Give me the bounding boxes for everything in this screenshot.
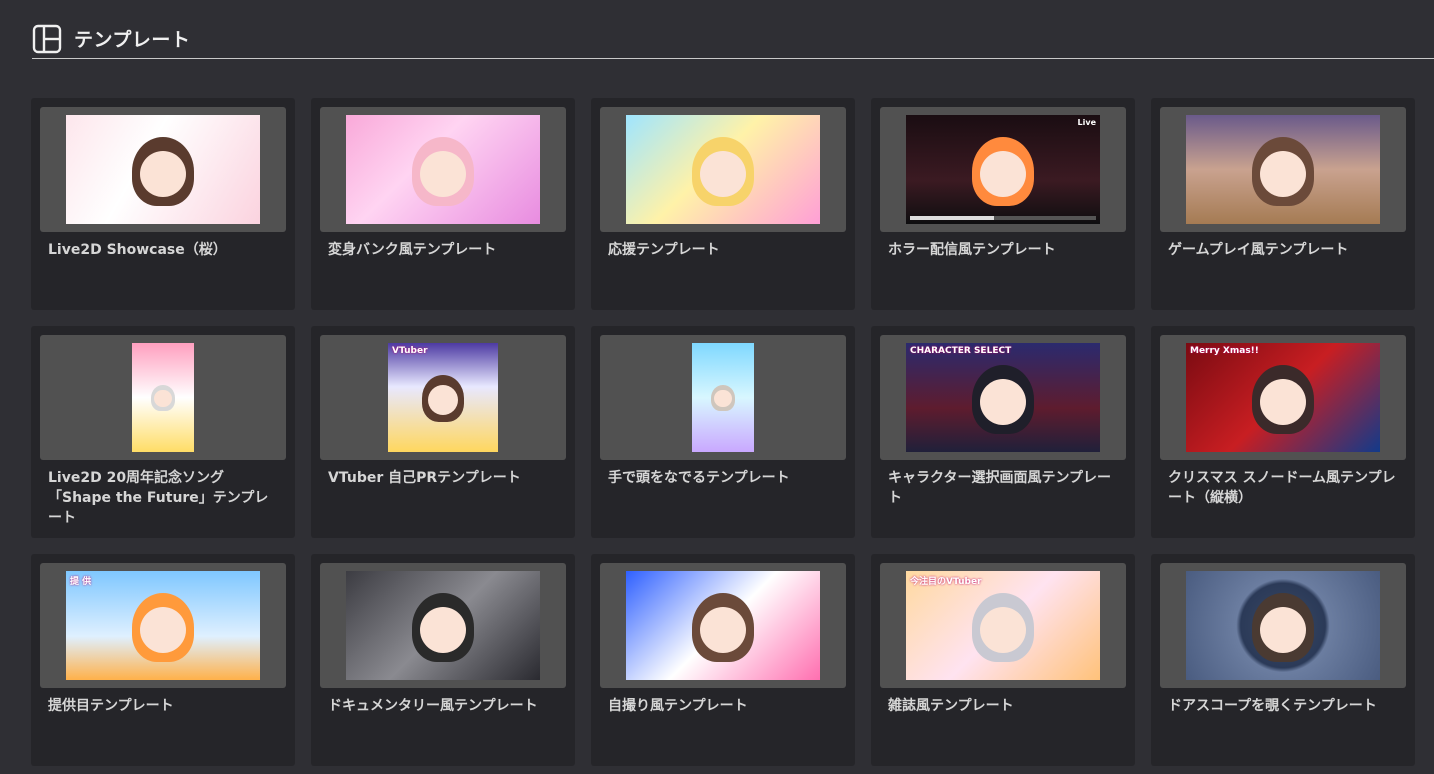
character-face (700, 150, 746, 197)
template-thumbnail (626, 115, 820, 224)
thumbnail-frame[interactable] (40, 107, 286, 232)
section-header: テンプレート (32, 22, 1434, 59)
template-card[interactable]: 自撮り風テンプレート (591, 554, 855, 766)
template-title: 手で頭をなでるテンプレート (608, 470, 790, 486)
template-card[interactable]: ドキュメンタリー風テンプレート (311, 554, 575, 766)
template-title: クリスマス スノードーム風テンプレート（縦横） (1168, 470, 1396, 506)
character-face (700, 606, 746, 653)
thumbnail-frame[interactable] (600, 107, 846, 232)
template-card[interactable]: 応援テンプレート (591, 98, 855, 310)
template-card[interactable]: ドアスコープを覗くテンプレート (1151, 554, 1415, 766)
template-title: ホラー配信風テンプレート (888, 242, 1056, 258)
template-card[interactable]: 変身バンク風テンプレート (311, 98, 575, 310)
template-card[interactable]: VTuber VTuber 自己PRテンプレート (311, 326, 575, 538)
character-face (980, 150, 1026, 197)
thumbnail-frame[interactable]: VTuber (320, 335, 566, 460)
template-grid: Live2D Showcase（桜） 変身バンク風テンプレート 応援テンプレート Li… (31, 98, 1415, 766)
template-thumbnail: CHARACTER SELECT (906, 343, 1100, 452)
template-card[interactable]: 今注目のVTuber 雑誌風テンプレート (871, 554, 1135, 766)
character-face (420, 150, 466, 197)
thumbnail-caption: VTuber (392, 346, 428, 356)
video-progress-bar (910, 216, 1096, 220)
template-thumbnail (626, 571, 820, 680)
template-thumbnail: Live (906, 115, 1100, 224)
character-face (1260, 378, 1306, 425)
thumbnail-frame[interactable]: CHARACTER SELECT (880, 335, 1126, 460)
thumbnail-frame[interactable] (600, 335, 846, 460)
thumbnail-caption: Live (1077, 118, 1096, 127)
thumbnail-frame[interactable] (600, 563, 846, 688)
thumbnail-frame[interactable] (1160, 563, 1406, 688)
character-face (980, 378, 1026, 425)
template-thumbnail: Merry Xmas!! (1186, 343, 1380, 452)
template-title: 自撮り風テンプレート (608, 698, 748, 714)
template-title: キャラクター選択画面風テンプレート (888, 470, 1112, 506)
character-face (140, 606, 186, 653)
character-face (980, 606, 1026, 653)
character-face (1260, 150, 1306, 197)
character-face (420, 606, 466, 653)
template-title: 雑誌風テンプレート (888, 698, 1014, 714)
template-title: ドキュメンタリー風テンプレート (328, 698, 538, 714)
thumbnail-frame[interactable] (1160, 107, 1406, 232)
template-title: Live2D Showcase（桜） (48, 242, 227, 258)
template-thumbnail (66, 115, 260, 224)
template-thumbnail (132, 343, 194, 452)
template-thumbnail (692, 343, 754, 452)
template-thumbnail (346, 571, 540, 680)
thumbnail-frame[interactable]: 今注目のVTuber (880, 563, 1126, 688)
template-title: 提供目テンプレート (48, 698, 174, 714)
template-card[interactable]: 提 供提供目テンプレート (31, 554, 295, 766)
template-thumbnail: VTuber (388, 343, 498, 452)
character-face (154, 390, 172, 408)
template-layout-icon (32, 24, 62, 54)
template-thumbnail (1186, 571, 1380, 680)
template-card[interactable]: Live2D 20周年記念ソング「Shape the Future」テンプレート (31, 326, 295, 538)
character-face (1260, 606, 1306, 653)
template-title: Live2D 20周年記念ソング「Shape the Future」テンプレート (48, 470, 269, 526)
character-face (140, 150, 186, 197)
thumbnail-frame[interactable]: 提 供 (40, 563, 286, 688)
template-thumbnail: 今注目のVTuber (906, 571, 1100, 680)
template-title: 応援テンプレート (608, 242, 720, 258)
thumbnail-caption: CHARACTER SELECT (910, 346, 1012, 356)
template-title: ゲームプレイ風テンプレート (1168, 242, 1349, 258)
character-face (714, 390, 732, 408)
template-thumbnail (1186, 115, 1380, 224)
thumbnail-frame[interactable] (40, 335, 286, 460)
template-card[interactable]: Live ホラー配信風テンプレート (871, 98, 1135, 310)
template-card[interactable]: CHARACTER SELECT キャラクター選択画面風テンプレート (871, 326, 1135, 538)
template-title: VTuber 自己PRテンプレート (328, 470, 521, 486)
template-title: ドアスコープを覗くテンプレート (1168, 698, 1377, 714)
template-title: 変身バンク風テンプレート (328, 242, 497, 258)
template-card[interactable]: 手で頭をなでるテンプレート (591, 326, 855, 538)
template-card[interactable]: ゲームプレイ風テンプレート (1151, 98, 1415, 310)
page-title: テンプレート (74, 29, 191, 51)
thumbnail-frame[interactable]: Merry Xmas!! (1160, 335, 1406, 460)
thumbnail-frame[interactable] (320, 563, 566, 688)
template-thumbnail (346, 115, 540, 224)
thumbnail-caption: 提 供 (70, 577, 92, 587)
template-card[interactable]: Live2D Showcase（桜） (31, 98, 295, 310)
template-thumbnail: 提 供 (66, 571, 260, 680)
thumbnail-frame[interactable] (320, 107, 566, 232)
thumbnail-caption: 今注目のVTuber (910, 577, 982, 587)
template-card[interactable]: Merry Xmas!! クリスマス スノードーム風テンプレート（縦横） (1151, 326, 1415, 538)
thumbnail-frame[interactable]: Live (880, 107, 1126, 232)
thumbnail-caption: Merry Xmas!! (1190, 346, 1259, 356)
